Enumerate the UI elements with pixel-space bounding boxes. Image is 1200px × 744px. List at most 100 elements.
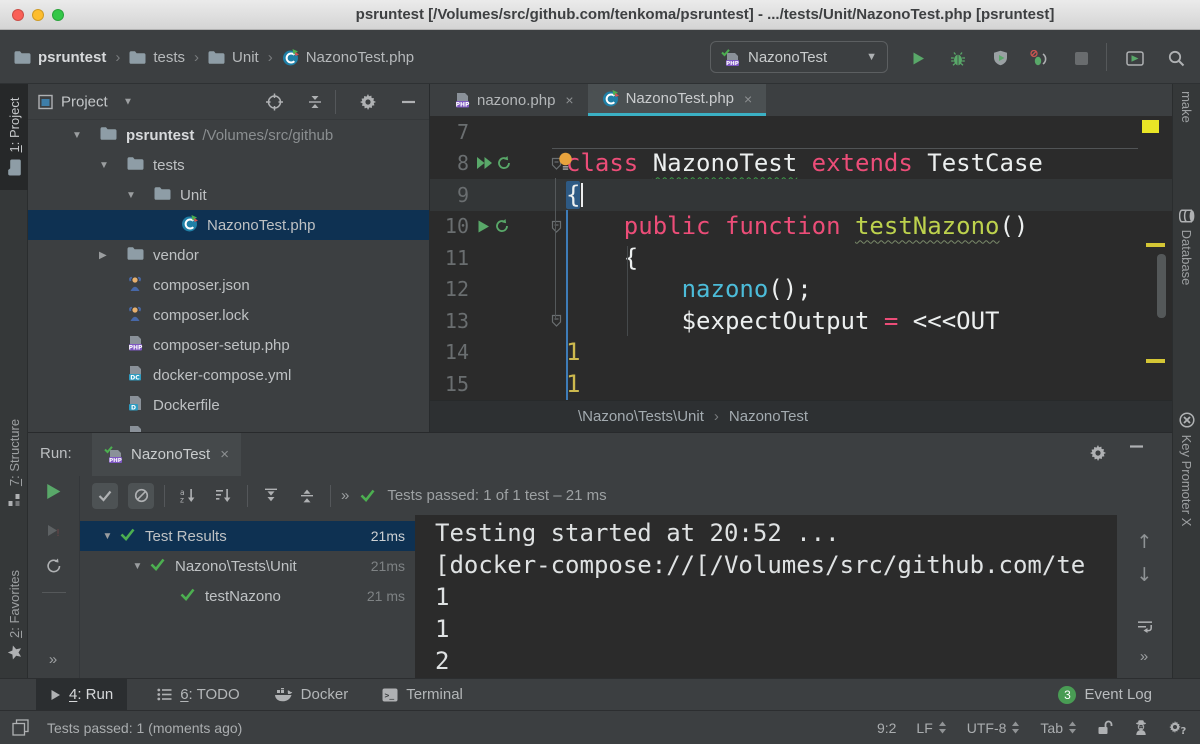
zoom-window-button[interactable] bbox=[52, 9, 64, 21]
line-number[interactable]: 7 bbox=[430, 120, 469, 144]
event-log-button[interactable]: 3 Event Log bbox=[1058, 685, 1152, 704]
line-number[interactable]: 9 bbox=[430, 183, 469, 207]
expand-all-button[interactable] bbox=[264, 488, 278, 503]
run-tab[interactable]: PHP NazonoTest × bbox=[92, 433, 241, 476]
search-everywhere-button[interactable] bbox=[1163, 45, 1189, 71]
code-line-8[interactable]: 8 class NazonoTest extends TestCase bbox=[430, 147, 1172, 180]
project-tree-item[interactable]: ▼ Unit bbox=[28, 180, 429, 210]
intention-bulb-icon[interactable] bbox=[558, 152, 573, 171]
project-tree-item[interactable]: D Dockerfile bbox=[28, 390, 429, 420]
toolwindow-button-docker[interactable]: Docker bbox=[270, 679, 353, 711]
breadcrumb-item[interactable]: tests bbox=[129, 49, 185, 66]
rerun-failed-tests-button[interactable]: ! bbox=[46, 523, 61, 538]
line-number[interactable]: 8 bbox=[430, 151, 469, 175]
code-line-7[interactable]: 7 bbox=[430, 116, 1172, 148]
hide-panel-button[interactable] bbox=[402, 100, 415, 103]
locate-file-button[interactable] bbox=[266, 93, 283, 110]
stop-button[interactable] bbox=[1068, 45, 1094, 71]
toolwindow-button-2-favorites[interactable]: 2: Favorites bbox=[0, 556, 28, 674]
ide-updates-icon[interactable]: ? bbox=[1169, 720, 1186, 735]
toolwindow-button-7-structure[interactable]: 7: Structure bbox=[0, 404, 28, 522]
breadcrumb-namespace[interactable]: \Nazono\Tests\Unit bbox=[578, 408, 704, 425]
show-ignored-toggle[interactable] bbox=[134, 488, 149, 503]
code-line-10[interactable]: 10 public function testNazono() bbox=[430, 211, 1172, 243]
fold-marker-icon[interactable] bbox=[551, 220, 562, 233]
run-settings-gear-icon[interactable] bbox=[1090, 445, 1106, 461]
sort-by-duration-button[interactable] bbox=[216, 488, 232, 503]
toolwindow-button-make[interactable]: make bbox=[1173, 84, 1200, 130]
project-tree-item[interactable]: ▼ tests bbox=[28, 150, 429, 180]
run-anything-button[interactable] bbox=[1122, 45, 1148, 71]
hide-run-panel-button[interactable] bbox=[1130, 445, 1143, 448]
code-line-15[interactable]: 15 1 bbox=[430, 368, 1172, 400]
status-message[interactable]: Tests passed: 1 (moments ago) bbox=[47, 720, 242, 736]
test-tree-item[interactable]: ▼ Nazono\Tests\Unit 21ms bbox=[80, 551, 415, 581]
highlighting-level-icon[interactable] bbox=[1133, 720, 1149, 735]
toggle-auto-test-button[interactable] bbox=[46, 558, 62, 574]
debug-button[interactable] bbox=[945, 45, 971, 71]
project-tree-item[interactable]: PHP composer-setup.php bbox=[28, 330, 429, 360]
tree-expand-arrow[interactable]: ▶ bbox=[97, 250, 127, 261]
tree-expand-arrow[interactable]: ▼ bbox=[124, 190, 154, 201]
doubleplay-gutter-icon[interactable] bbox=[476, 156, 493, 170]
play-gutter-icon[interactable] bbox=[476, 219, 491, 234]
breadcrumb-item[interactable]: psruntest bbox=[14, 49, 106, 66]
toolwindow-button-database[interactable]: Database bbox=[1173, 172, 1200, 322]
test-tree-item[interactable]: testNazono 21 ms bbox=[80, 581, 415, 611]
scroll-up-icon[interactable]: ↑ bbox=[1137, 533, 1153, 552]
project-tree-item[interactable]: DC docker-compose.yml bbox=[28, 360, 429, 390]
code-line-11[interactable]: 11 { bbox=[430, 242, 1172, 274]
run-configuration-select[interactable]: PHP NazonoTest ▼ bbox=[710, 41, 888, 73]
sort-alphabetically-button[interactable]: az bbox=[180, 488, 196, 503]
breadcrumb-class[interactable]: NazonoTest bbox=[729, 408, 808, 425]
more-actions-chevron[interactable]: » bbox=[341, 487, 350, 504]
code-area[interactable]: 7 8 class NazonoTest extends TestCase 9{10 … bbox=[430, 116, 1172, 400]
collapse-all-button[interactable] bbox=[308, 95, 322, 109]
rerun-gutter-icon[interactable] bbox=[495, 219, 509, 233]
code-line-9[interactable]: 9{ bbox=[430, 179, 1172, 211]
run-with-coverage-button[interactable] bbox=[987, 45, 1013, 71]
close-icon[interactable]: × bbox=[220, 446, 229, 463]
scroll-down-icon[interactable]: ↓ bbox=[1137, 566, 1153, 585]
close-icon[interactable]: × bbox=[565, 92, 573, 108]
soft-wrap-icon[interactable] bbox=[1137, 619, 1153, 634]
tree-expand-arrow[interactable]: ▼ bbox=[125, 561, 150, 572]
editor-tab-nazonotest.php[interactable]: NazonoTest.php × bbox=[587, 84, 767, 116]
breadcrumb-item[interactable]: Unit bbox=[208, 49, 259, 66]
close-icon[interactable]: × bbox=[744, 91, 752, 107]
toolwindow-button-4-run[interactable]: 4: Run bbox=[36, 678, 128, 711]
minimize-window-button[interactable] bbox=[32, 9, 44, 21]
project-tree-item[interactable]: PHP bbox=[28, 420, 429, 432]
encoding-select[interactable]: UTF-8 bbox=[967, 720, 1021, 736]
line-number[interactable]: 12 bbox=[430, 277, 469, 301]
test-console-output[interactable]: Testing started at 20:52 ... [docker-comp… bbox=[415, 515, 1117, 678]
gear-icon[interactable] bbox=[360, 93, 376, 110]
code-line-14[interactable]: 14 1 bbox=[430, 337, 1172, 369]
toolwindow-button-1-project[interactable]: 1: Project bbox=[0, 84, 28, 190]
close-window-button[interactable] bbox=[12, 9, 24, 21]
caret-position[interactable]: 9:2 bbox=[877, 720, 896, 736]
tree-expand-arrow[interactable]: ▼ bbox=[97, 160, 127, 171]
toolwindow-button-terminal[interactable]: >_ Terminal bbox=[378, 679, 467, 711]
project-tree-item[interactable]: composer.json bbox=[28, 270, 429, 300]
breadcrumb-item[interactable]: NazonoTest.php bbox=[282, 48, 414, 66]
tree-expand-arrow[interactable]: ▼ bbox=[70, 130, 100, 141]
collapse-all-button[interactable] bbox=[300, 488, 314, 503]
project-tree-item[interactable]: ▼ psruntest/Volumes/src/github bbox=[28, 120, 429, 150]
editor-tab-nazono.php[interactable]: PHP nazono.php × bbox=[440, 84, 588, 116]
project-panel-title[interactable]: Project bbox=[61, 93, 108, 110]
indent-select[interactable]: Tab bbox=[1040, 720, 1077, 736]
more-actions-chevron[interactable]: » bbox=[49, 651, 58, 668]
line-number[interactable]: 15 bbox=[430, 372, 469, 396]
toolwindow-button-key-promoter-x[interactable]: Key Promoter X bbox=[1173, 380, 1200, 558]
attach-debugger-button[interactable] bbox=[1026, 45, 1052, 71]
test-tree-item[interactable]: ▼ Test Results 21ms bbox=[80, 521, 415, 551]
tree-expand-arrow[interactable]: ▼ bbox=[95, 531, 120, 542]
readonly-lock-icon[interactable] bbox=[1097, 720, 1113, 735]
more-actions-chevron[interactable]: » bbox=[1140, 648, 1149, 665]
rerun-gutter-icon[interactable] bbox=[497, 156, 511, 170]
chevron-down-icon[interactable]: ▼ bbox=[123, 96, 133, 107]
line-number[interactable]: 13 bbox=[430, 309, 469, 333]
rerun-button[interactable] bbox=[44, 482, 63, 501]
project-tree-item[interactable]: composer.lock bbox=[28, 300, 429, 330]
